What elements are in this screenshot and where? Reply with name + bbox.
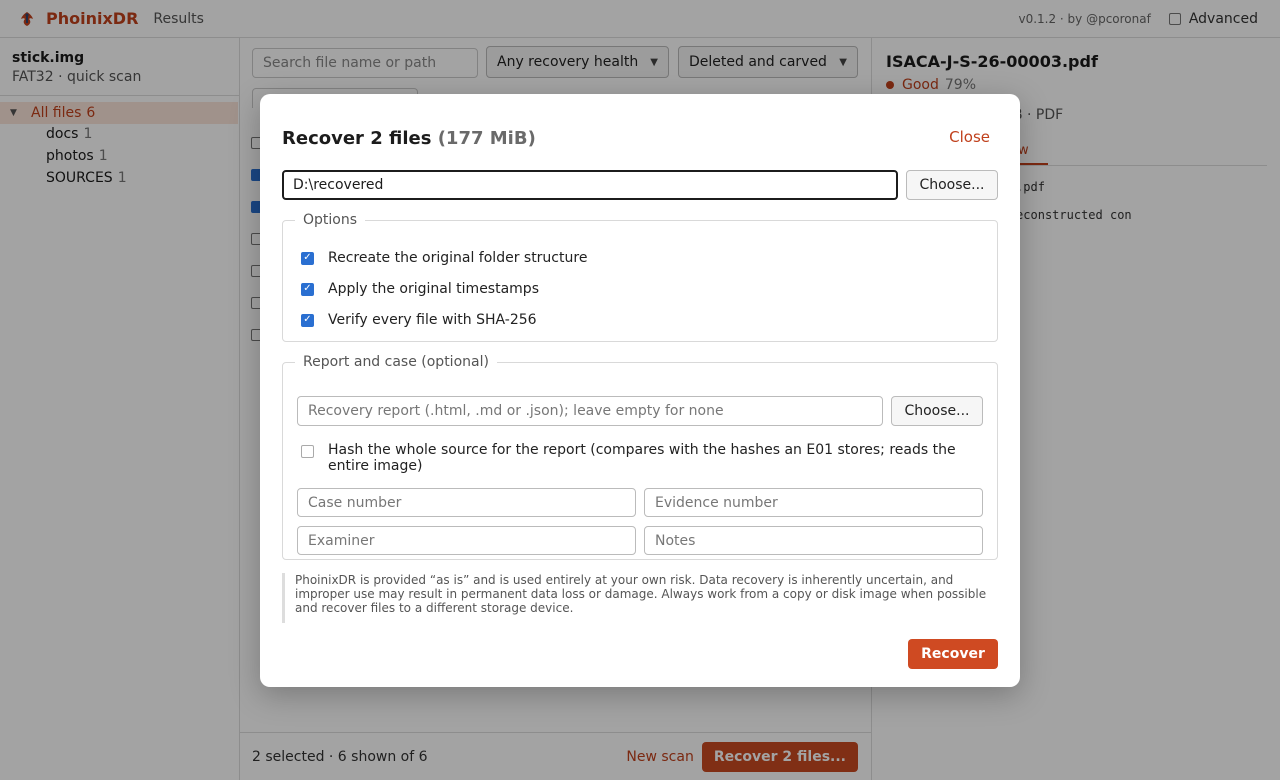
dialog-title-text: Recover 2 files	[282, 128, 432, 149]
options-legend: Options	[303, 212, 358, 228]
checkbox-checked-icon[interactable]: ✓	[301, 251, 314, 265]
option-folder-structure[interactable]: ✓ Recreate the original folder structure	[301, 250, 587, 266]
evidence-number-input[interactable]: Evidence number	[644, 488, 983, 517]
examiner-input[interactable]: Examiner	[297, 526, 636, 555]
dialog-title-size: (177 MiB)	[437, 128, 536, 149]
report-path-input[interactable]: Recovery report (.html, .md or .json); l…	[297, 396, 883, 426]
report-group: Report and case (optional) Recovery repo…	[282, 354, 998, 560]
report-legend: Report and case (optional)	[303, 354, 489, 370]
notes-input[interactable]: Notes	[644, 526, 983, 555]
option-verify-sha256[interactable]: ✓ Verify every file with SHA-256	[301, 312, 537, 328]
disclaimer-text: PhoinixDR is provided “as is” and is use…	[282, 573, 998, 623]
recover-dialog: Recover 2 files (177 MiB) Close D:\recov…	[260, 94, 1020, 687]
checkbox-checked-icon[interactable]: ✓	[301, 282, 314, 296]
destination-input[interactable]: D:\recovered	[282, 170, 898, 200]
choose-destination-button[interactable]: Choose...	[906, 170, 998, 200]
option-label: Verify every file with SHA-256	[328, 312, 537, 328]
dialog-title: Recover 2 files (177 MiB)	[282, 128, 536, 149]
option-label: Recreate the original folder structure	[328, 250, 588, 266]
options-group: Options ✓ Recreate the original folder s…	[282, 212, 998, 342]
checkbox-checked-icon[interactable]: ✓	[301, 313, 314, 327]
option-label: Apply the original timestamps	[328, 281, 539, 297]
option-timestamps[interactable]: ✓ Apply the original timestamps	[301, 281, 539, 297]
option-hash-source[interactable]: Hash the whole source for the report (co…	[301, 442, 981, 474]
recover-button[interactable]: Recover	[908, 639, 998, 669]
close-button[interactable]: Close	[949, 128, 990, 146]
choose-report-button[interactable]: Choose...	[891, 396, 983, 426]
checkbox-unchecked-icon[interactable]	[301, 445, 314, 458]
case-number-input[interactable]: Case number	[297, 488, 636, 517]
option-label: Hash the whole source for the report (co…	[328, 442, 956, 474]
